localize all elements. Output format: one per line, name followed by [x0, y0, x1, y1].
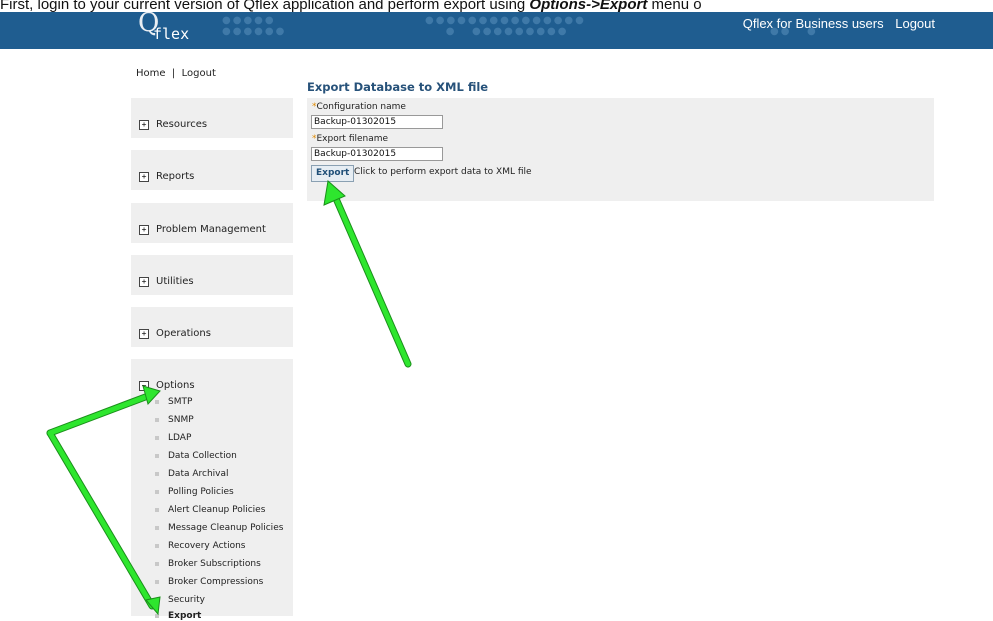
sidebar-item-broker-subscriptions[interactable]: Broker Subscriptions	[155, 559, 261, 569]
sidebar-item-label: Alert Cleanup Policies	[168, 505, 266, 515]
page-title: Export Database to XML file	[307, 80, 489, 94]
header-bar: Q flex ●●●●● ●●●●●● ●●●●●●●●●●●●●●● ● ●●●…	[0, 12, 993, 49]
sidebar-section-operations: + Operations	[131, 307, 293, 347]
home-nav: Home | Logout	[136, 68, 216, 79]
config-name-label: *Configuration name	[312, 102, 406, 112]
bullet-icon	[155, 614, 159, 618]
sidebar-item-label: LDAP	[168, 433, 192, 443]
sidebar-item-alert-cleanup-policies[interactable]: Alert Cleanup Policies	[155, 505, 265, 515]
bullet-icon	[155, 400, 159, 404]
sidebar-item-label: Polling Policies	[168, 487, 234, 497]
sidebar-item-label: Broker Compressions	[168, 577, 264, 587]
config-name-label-text: Configuration name	[316, 102, 406, 112]
sidebar-item-export[interactable]: Export	[155, 611, 201, 621]
expand-icon[interactable]: +	[139, 328, 149, 339]
sidebar-section-utilities: + Utilities	[131, 255, 293, 295]
home-nav-separator: |	[171, 68, 176, 79]
sidebar-item-label: SMTP	[168, 397, 193, 407]
export-filename-label: *Export filename	[312, 134, 388, 144]
bullet-icon	[155, 418, 159, 422]
sidebar-item-label: SNMP	[168, 415, 194, 425]
sidebar-header-options[interactable]: − Options	[139, 380, 195, 391]
decorative-dots: ●●●●● ●●●●●●	[222, 15, 287, 37]
sidebar-header-utilities[interactable]: + Utilities	[139, 276, 194, 287]
export-hint: Click to perform export data to XML file	[354, 167, 532, 177]
header-logout-link[interactable]: Logout	[895, 16, 935, 31]
home-link[interactable]: Home	[136, 68, 166, 79]
collapse-icon[interactable]: −	[139, 380, 149, 391]
sidebar-label: Options	[156, 380, 195, 391]
sidebar-header-resources[interactable]: + Resources	[139, 119, 207, 130]
sidebar-label: Resources	[156, 119, 208, 130]
bullet-icon	[155, 508, 159, 512]
business-users-link[interactable]: Qflex for Business users	[743, 16, 884, 31]
sidebar-item-smtp[interactable]: SMTP	[155, 397, 192, 407]
sidebar-item-data-archival[interactable]: Data Archival	[155, 469, 229, 479]
bullet-icon	[155, 490, 159, 494]
bullet-icon	[155, 580, 159, 584]
expand-icon[interactable]: +	[139, 224, 149, 235]
bullet-icon	[155, 598, 159, 602]
header-nav: Qflex for Business users Logout	[735, 16, 935, 31]
export-filename-input[interactable]	[311, 147, 443, 161]
sidebar-item-label: Data Archival	[168, 469, 229, 479]
sidebar-label: Reports	[156, 171, 195, 182]
sidebar-item-message-cleanup-policies[interactable]: Message Cleanup Policies	[155, 523, 283, 533]
sidebar-section-problem-management: + Problem Management	[131, 203, 293, 243]
logout-link[interactable]: Logout	[182, 68, 216, 79]
arrow-to-export-button	[331, 191, 411, 367]
sidebar-section-reports: + Reports	[131, 150, 293, 190]
sidebar-item-label: Data Collection	[168, 451, 237, 461]
sidebar-item-label: Export	[168, 611, 202, 621]
bullet-icon	[155, 544, 159, 548]
bullet-icon	[155, 472, 159, 476]
bullet-icon	[155, 454, 159, 458]
sidebar-item-label: Recovery Actions	[168, 541, 246, 551]
config-name-input[interactable]	[311, 115, 443, 129]
sidebar-section-resources: + Resources	[131, 98, 293, 138]
bullet-icon	[155, 526, 159, 530]
bullet-icon	[155, 436, 159, 440]
logo-flex: flex	[153, 25, 190, 43]
sidebar-item-data-collection[interactable]: Data Collection	[155, 451, 237, 461]
expand-icon[interactable]: +	[139, 171, 149, 182]
sidebar-item-recovery-actions[interactable]: Recovery Actions	[155, 541, 245, 551]
sidebar-label: Utilities	[156, 276, 194, 287]
sidebar-item-polling-policies[interactable]: Polling Policies	[155, 487, 234, 497]
export-button[interactable]: Export	[311, 165, 355, 182]
export-filename-label-text: Export filename	[316, 134, 389, 144]
sidebar-header-reports[interactable]: + Reports	[139, 171, 194, 182]
sidebar-item-label: Security	[168, 595, 205, 605]
sidebar-item-ldap[interactable]: LDAP	[155, 433, 191, 443]
sidebar-item-label: Broker Subscriptions	[168, 559, 261, 569]
sidebar-label: Problem Management	[156, 224, 266, 235]
export-form-panel: *Configuration name *Export filename Exp…	[307, 98, 934, 201]
sidebar-header-problem-management[interactable]: + Problem Management	[139, 224, 266, 235]
qflex-logo[interactable]: Q flex	[138, 12, 198, 46]
sidebar-section-options: − Options SMTP SNMP LDAP Data Collection…	[131, 359, 293, 621]
sidebar-item-snmp[interactable]: SNMP	[155, 415, 194, 425]
expand-icon[interactable]: +	[139, 276, 149, 287]
sidebar-item-label: Message Cleanup Policies	[168, 523, 284, 533]
bullet-icon	[155, 562, 159, 566]
sidebar-item-broker-compressions[interactable]: Broker Compressions	[155, 577, 263, 587]
sidebar-header-operations[interactable]: + Operations	[139, 328, 211, 339]
sidebar-label: Operations	[156, 328, 211, 339]
expand-icon[interactable]: +	[139, 119, 149, 130]
decorative-dots: ●●●●●●●●●●●●●●● ● ●●●●●●●●●	[425, 15, 586, 37]
sidebar-item-security[interactable]: Security	[155, 595, 205, 605]
